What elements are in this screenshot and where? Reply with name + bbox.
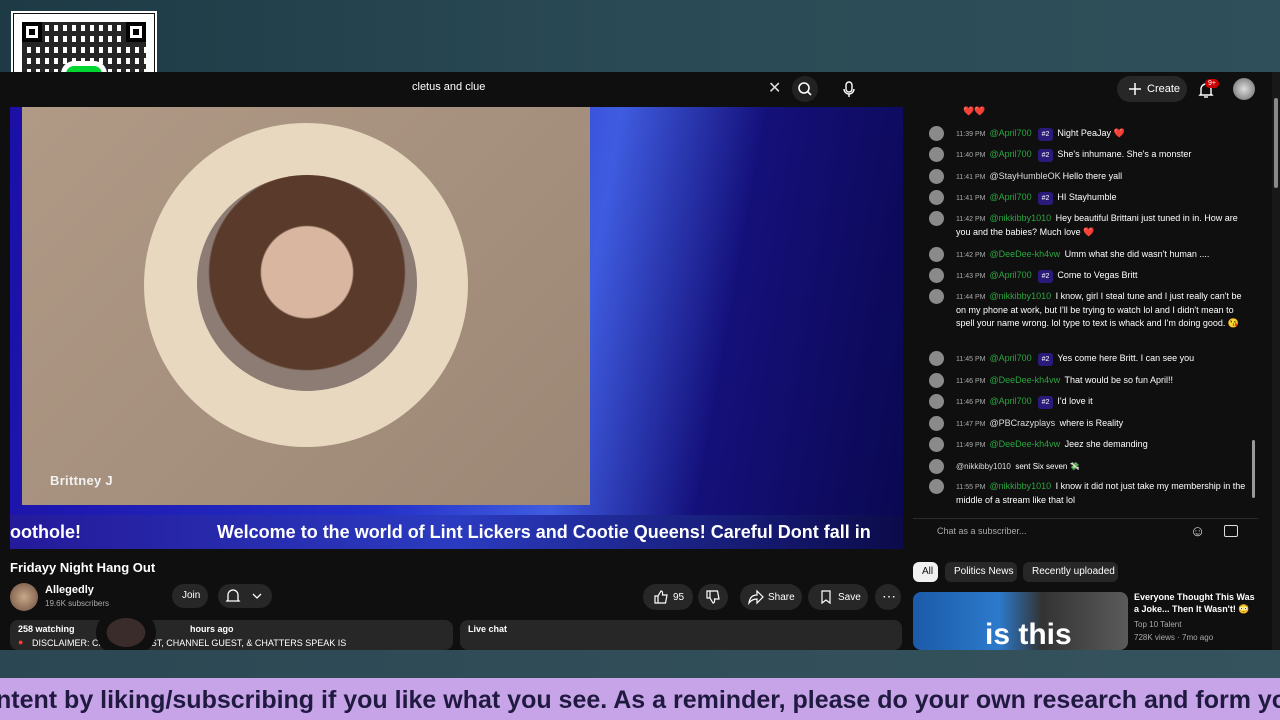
video-title: Fridayy Night Hang Out: [10, 560, 156, 575]
chat-avatar[interactable]: [929, 289, 944, 304]
bell-icon: [225, 589, 262, 602]
thumbnail-text: is this: [985, 618, 1072, 650]
chat-avatar[interactable]: [929, 437, 944, 452]
chat-avatar[interactable]: [929, 247, 944, 262]
chip-all[interactable]: All: [913, 562, 938, 582]
stream-overlay-top-band: [0, 0, 1280, 72]
chat-avatar[interactable]: [929, 211, 944, 226]
live-chat-list[interactable]: ❤️❤️ 11:39 PM @April700 #2 Night PeaJay ❤️ …: [913, 104, 1258, 516]
description-text: DISCLAIMER: CHANNEL HOST, CHANNEL GUEST,…: [32, 638, 347, 648]
recommended-video-thumbnail[interactable]: is this: [913, 592, 1128, 650]
host-portrait: [197, 175, 417, 391]
overlay-user-avatar: [96, 610, 156, 655]
emoji-icon[interactable]: ☺: [1190, 523, 1205, 540]
like-button[interactable]: 95: [643, 584, 693, 610]
host-photo-panel: Brittney J: [22, 107, 590, 505]
chat-scrollbar[interactable]: [1252, 440, 1255, 498]
account-avatar[interactable]: [1233, 78, 1255, 100]
create-label: Create: [1147, 83, 1181, 95]
clear-search-icon[interactable]: ✕: [768, 78, 781, 98]
page-scrollbar[interactable]: [1272, 72, 1280, 650]
plus-icon: [1129, 83, 1141, 95]
video-player[interactable]: Brittney J oothole! Welcome to the world…: [10, 107, 903, 549]
chat-avatar[interactable]: [929, 351, 944, 366]
voice-search-button[interactable]: [836, 76, 862, 102]
ticker-left-text: oothole!: [10, 522, 81, 542]
search-box[interactable]: cletus and clue ✕: [402, 76, 792, 100]
live-chat-label: Live chat: [468, 624, 508, 634]
save-label: Save: [838, 592, 861, 603]
recommended-video-channel[interactable]: Top 10 Talent: [1134, 620, 1181, 629]
chat-input-placeholder: Chat as a subscriber...: [937, 526, 1027, 536]
like-count: 95: [673, 592, 685, 603]
stream-age: hours ago: [190, 624, 234, 634]
description-box[interactable]: 258 watching hours ago ● DISCLAIMER: CHA…: [10, 620, 453, 650]
share-icon: [748, 589, 764, 605]
bookmark-icon: [821, 590, 831, 605]
more-horizontal-icon: ⋯: [882, 588, 896, 604]
share-button[interactable]: Share: [740, 584, 802, 610]
chat-avatar[interactable]: [929, 394, 944, 409]
chip-recently-uploaded[interactable]: Recently uploaded: [1023, 562, 1118, 582]
chat-avatar[interactable]: [929, 416, 944, 431]
more-actions-button[interactable]: ⋯: [875, 584, 901, 610]
join-label: Join: [182, 590, 201, 601]
watching-count: 258 watching: [18, 624, 75, 634]
chat-avatar[interactable]: [929, 126, 944, 141]
microphone-icon: [843, 81, 855, 97]
stream-crawl-banner: ntent by liking/subscribing if you like …: [0, 678, 1280, 720]
chat-avatar[interactable]: [929, 147, 944, 162]
save-button[interactable]: Save: [808, 584, 868, 610]
live-chat-panel-header[interactable]: Live chat: [460, 620, 902, 650]
host-photo-frame: [144, 123, 468, 447]
join-button[interactable]: Join: [172, 584, 208, 608]
thumbs-up-icon: [654, 590, 668, 604]
ticker-main-text: Welcome to the world of Lint Lickers and…: [217, 522, 871, 542]
chat-input[interactable]: Chat as a subscriber... ☺: [913, 518, 1258, 547]
chat-avatar[interactable]: [929, 459, 944, 474]
recommended-video-meta: 728K views · 7mo ago: [1134, 633, 1214, 642]
channel-avatar[interactable]: [10, 583, 38, 611]
super-chat-icon[interactable]: [1224, 525, 1238, 537]
search-input[interactable]: cletus and clue: [412, 81, 485, 93]
live-dot-icon: ●: [18, 637, 24, 647]
subscriber-count: 19.6K subscribers: [45, 599, 110, 608]
stream-overlay-bottom-band: [0, 650, 1280, 678]
chat-avatar[interactable]: [929, 190, 944, 205]
chat-avatar[interactable]: [929, 373, 944, 388]
subscription-bell-button[interactable]: [218, 584, 272, 608]
thumbs-down-icon: [706, 590, 720, 604]
chip-politics-news[interactable]: Politics News: [945, 562, 1017, 582]
host-name-card: Brittney J: [50, 473, 113, 488]
chat-avatar[interactable]: [929, 479, 944, 494]
create-button[interactable]: Create: [1117, 76, 1187, 102]
chat-avatar[interactable]: [929, 169, 944, 184]
share-label: Share: [768, 592, 795, 603]
notification-count-badge: 9+: [1205, 79, 1219, 88]
search-button[interactable]: [792, 76, 818, 102]
recommended-video-title[interactable]: Everyone Thought This Was a Joke... Then…: [1134, 591, 1262, 615]
channel-name[interactable]: Allegedly: [45, 584, 94, 596]
crawl-text: ntent by liking/subscribing if you like …: [0, 686, 1280, 714]
search-icon: [798, 82, 812, 96]
chat-avatar[interactable]: [929, 268, 944, 283]
dislike-button[interactable]: [698, 584, 728, 610]
